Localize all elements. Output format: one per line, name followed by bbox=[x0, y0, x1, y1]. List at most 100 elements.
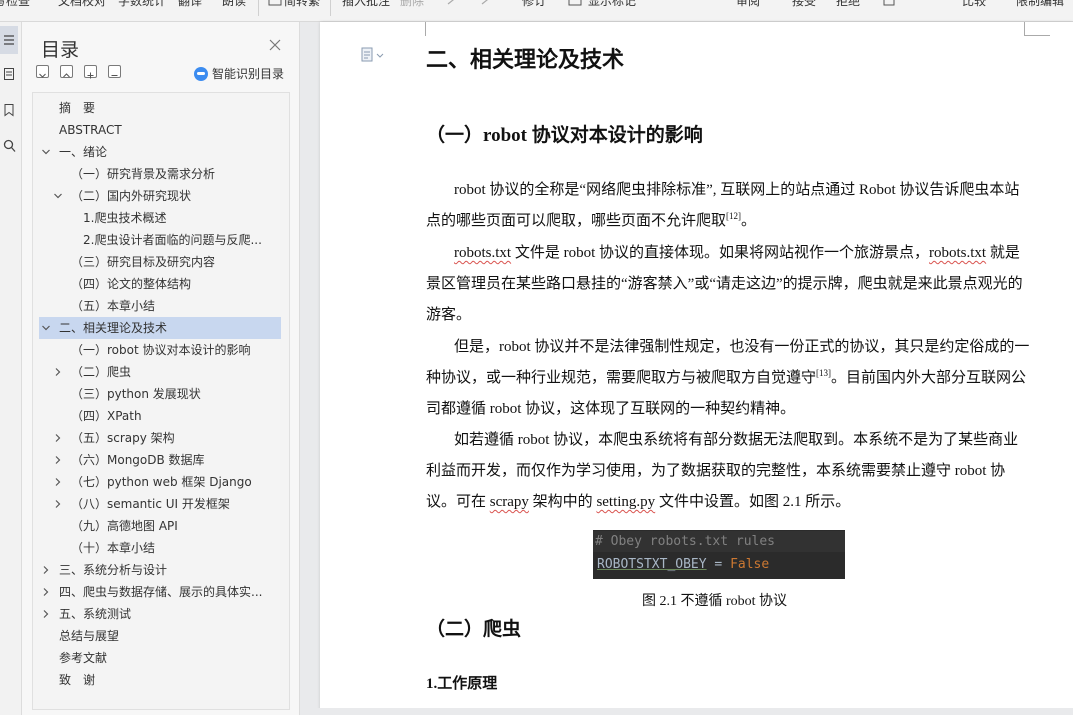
chevron-down-icon[interactable] bbox=[53, 191, 63, 201]
toc-item[interactable]: （九）高德地图 API bbox=[39, 515, 281, 537]
paragraph-4: 如若遵循 robot 协议，本爬虫系统将有部分数据无法爬取到。本系统不是为了某些… bbox=[426, 432, 1019, 510]
prev-comment-icon[interactable] bbox=[446, 0, 460, 6]
toc-item-label: （三）研究目标及研究内容 bbox=[71, 255, 216, 269]
ribbon-compare[interactable]: 比较 bbox=[962, 0, 986, 9]
toc-item[interactable]: （八）semantic UI 开发框架 bbox=[39, 493, 281, 515]
ribbon-spellcheck[interactable]: 拼写检查 bbox=[0, 0, 30, 9]
chevron-right-icon[interactable] bbox=[41, 609, 51, 619]
ribbon-proofread[interactable]: 文档校对 bbox=[58, 0, 106, 9]
figure-code-image: # Obey robots.txt rules ROBOTSTXT_OBEY =… bbox=[593, 530, 845, 579]
paragraph-options-icon[interactable] bbox=[360, 47, 386, 63]
ribbon-restrict-editing[interactable]: 限制编辑 bbox=[1016, 0, 1064, 9]
chevron-right-icon[interactable] bbox=[41, 565, 51, 575]
page-thumbnail-button[interactable] bbox=[0, 60, 18, 88]
toc-title: 目录 bbox=[41, 39, 80, 61]
toc-item-label: （一）robot 协议对本设计的影响 bbox=[71, 343, 251, 357]
ribbon-translate[interactable]: 翻译 bbox=[178, 0, 202, 9]
heading-chapter: 二、相关理论及技术 bbox=[426, 47, 625, 73]
ribbon-convert[interactable]: 简转繁 bbox=[284, 0, 320, 9]
toc-item[interactable]: 致 谢 bbox=[39, 669, 281, 691]
toc-item-label: 三、系统分析与设计 bbox=[59, 563, 168, 577]
toc-item[interactable]: 总结与展望 bbox=[39, 625, 281, 647]
heading-section-crawler: （二）爬虫 bbox=[426, 619, 522, 640]
paragraph-2: robots.txt 文件是 robot 协议的直接体现。如果将网站视作一个旅游… bbox=[426, 245, 1023, 323]
ribbon-accept[interactable]: 接受 bbox=[792, 0, 816, 9]
toc-item[interactable]: 四、爬虫与数据存储、展示的具体实... bbox=[39, 581, 281, 603]
horizontal-scrollbar[interactable] bbox=[300, 708, 1073, 715]
toc-item[interactable]: （二）国内外研究现状 bbox=[39, 185, 281, 207]
citation: [12] bbox=[726, 211, 742, 221]
ribbon-delete[interactable]: 删除 bbox=[400, 0, 424, 9]
add-heading-button[interactable] bbox=[84, 65, 97, 79]
toc-item[interactable]: 1.爬虫技术概述 bbox=[39, 207, 281, 229]
toc-item[interactable]: 2.爬虫设计者面临的问题与反爬... bbox=[39, 229, 281, 251]
find-button[interactable] bbox=[0, 132, 18, 160]
toc-item[interactable]: （三）研究目标及研究内容 bbox=[39, 251, 281, 273]
toc-panel: 目录 智能识别目录 摘 要 ABSTRACT 一、绪论 （一）研究背景及需求分析 （二）… bbox=[22, 22, 300, 715]
bookmark-icon bbox=[4, 104, 14, 117]
toc-toggle-button[interactable] bbox=[0, 26, 18, 54]
chevron-right-icon[interactable] bbox=[53, 499, 63, 509]
toc-item[interactable]: 二、相关理论及技术 bbox=[39, 317, 281, 339]
navigation-strip bbox=[0, 22, 22, 715]
toc-item-label: （六）MongoDB 数据库 bbox=[71, 453, 205, 467]
ribbon-review[interactable]: 审阅 bbox=[736, 0, 760, 9]
toc-item-label: （三）python 发展现状 bbox=[71, 387, 201, 401]
toc-item[interactable]: ABSTRACT bbox=[39, 119, 281, 141]
ribbon-insert-comment[interactable]: 插入批注 bbox=[342, 0, 390, 9]
chevron-right-icon[interactable] bbox=[53, 477, 63, 487]
show-markup-icon bbox=[568, 0, 582, 6]
ribbon-show-markup[interactable]: 显示标记 bbox=[588, 0, 636, 9]
document-page[interactable]: 二、相关理论及技术 （一）robot 协议对本设计的影响 robot 协议的全称… bbox=[320, 22, 1073, 715]
toc-item[interactable]: （三）python 发展现状 bbox=[39, 383, 281, 405]
toc-item-label: （十）本章小结 bbox=[71, 541, 156, 555]
bookmark-button[interactable] bbox=[0, 96, 18, 124]
smart-toc-label: 智能识别目录 bbox=[212, 67, 285, 81]
chevron-down-icon[interactable] bbox=[41, 147, 51, 157]
toc-item[interactable]: （五）scrapy 架构 bbox=[39, 427, 281, 449]
toc-item[interactable]: 摘 要 bbox=[39, 97, 281, 119]
list-icon bbox=[4, 35, 14, 45]
heading-subsection-principle: 1.工作原理 bbox=[426, 676, 498, 692]
chevron-down-icon[interactable] bbox=[41, 323, 51, 333]
toc-item[interactable]: 一、绪论 bbox=[39, 141, 281, 163]
toc-item-label: （四）论文的整体结构 bbox=[71, 277, 192, 291]
toc-item-label: 四、爬虫与数据存储、展示的具体实... bbox=[59, 585, 263, 599]
paragraph-1: robot 协议的全称是“网络爬虫排除标准”, 互联网上的站点通过 Robot … bbox=[426, 182, 1020, 229]
toc-item[interactable]: 五、系统测试 bbox=[39, 603, 281, 625]
toc-item-label: （五）本章小结 bbox=[71, 299, 156, 313]
ribbon-reject[interactable]: 拒绝 bbox=[836, 0, 860, 9]
remove-heading-button[interactable] bbox=[108, 65, 121, 78]
toc-item-label: （七）python web 框架 Django bbox=[71, 475, 252, 489]
toc-item[interactable]: （四）XPath bbox=[39, 405, 281, 427]
toc-item[interactable]: （五）本章小结 bbox=[39, 295, 281, 317]
next-comment-icon[interactable] bbox=[480, 0, 494, 6]
ribbon-wordcount[interactable]: 字数统计 bbox=[118, 0, 166, 9]
expand-all-button[interactable] bbox=[60, 65, 73, 78]
collapse-all-button[interactable] bbox=[36, 65, 49, 78]
plus-icon bbox=[87, 72, 94, 79]
chevron-right-icon[interactable] bbox=[41, 587, 51, 597]
toc-item[interactable]: （六）MongoDB 数据库 bbox=[39, 449, 281, 471]
toc-item[interactable]: （一）研究背景及需求分析 bbox=[39, 163, 281, 185]
toc-item[interactable]: （二）爬虫 bbox=[39, 361, 281, 383]
ribbon-track-changes[interactable]: 修订 bbox=[522, 0, 546, 9]
toc-item[interactable]: 参考文献 bbox=[39, 647, 281, 669]
prev-change-icon[interactable] bbox=[882, 0, 896, 6]
chevron-right-icon[interactable] bbox=[53, 433, 63, 443]
chevron-right-icon[interactable] bbox=[53, 455, 63, 465]
chevron-right-icon[interactable] bbox=[53, 367, 63, 377]
toc-item-label: 2.爬虫设计者面临的问题与反爬... bbox=[83, 233, 262, 247]
toc-item[interactable]: 三、系统分析与设计 bbox=[39, 559, 281, 581]
toc-item[interactable]: （一）robot 协议对本设计的影响 bbox=[39, 339, 281, 361]
toc-item-label: 1.爬虫技术概述 bbox=[83, 211, 167, 225]
paragraph-3: 但是，robot 协议并不是法律强制性规定，也没有一份正式的协议，其只是约定俗成… bbox=[426, 339, 1030, 417]
toc-item[interactable]: （四）论文的整体结构 bbox=[39, 273, 281, 295]
document-area: 二、相关理论及技术 （一）robot 协议对本设计的影响 robot 协议的全称… bbox=[300, 22, 1073, 715]
toc-item[interactable]: （十）本章小结 bbox=[39, 537, 281, 559]
smart-toc-button[interactable]: 智能识别目录 bbox=[194, 65, 284, 82]
page-icon bbox=[4, 68, 14, 80]
ribbon-read-aloud[interactable]: 朗读 bbox=[222, 0, 246, 9]
toc-item[interactable]: （七）python web 框架 Django bbox=[39, 471, 281, 493]
close-icon[interactable] bbox=[268, 38, 282, 52]
